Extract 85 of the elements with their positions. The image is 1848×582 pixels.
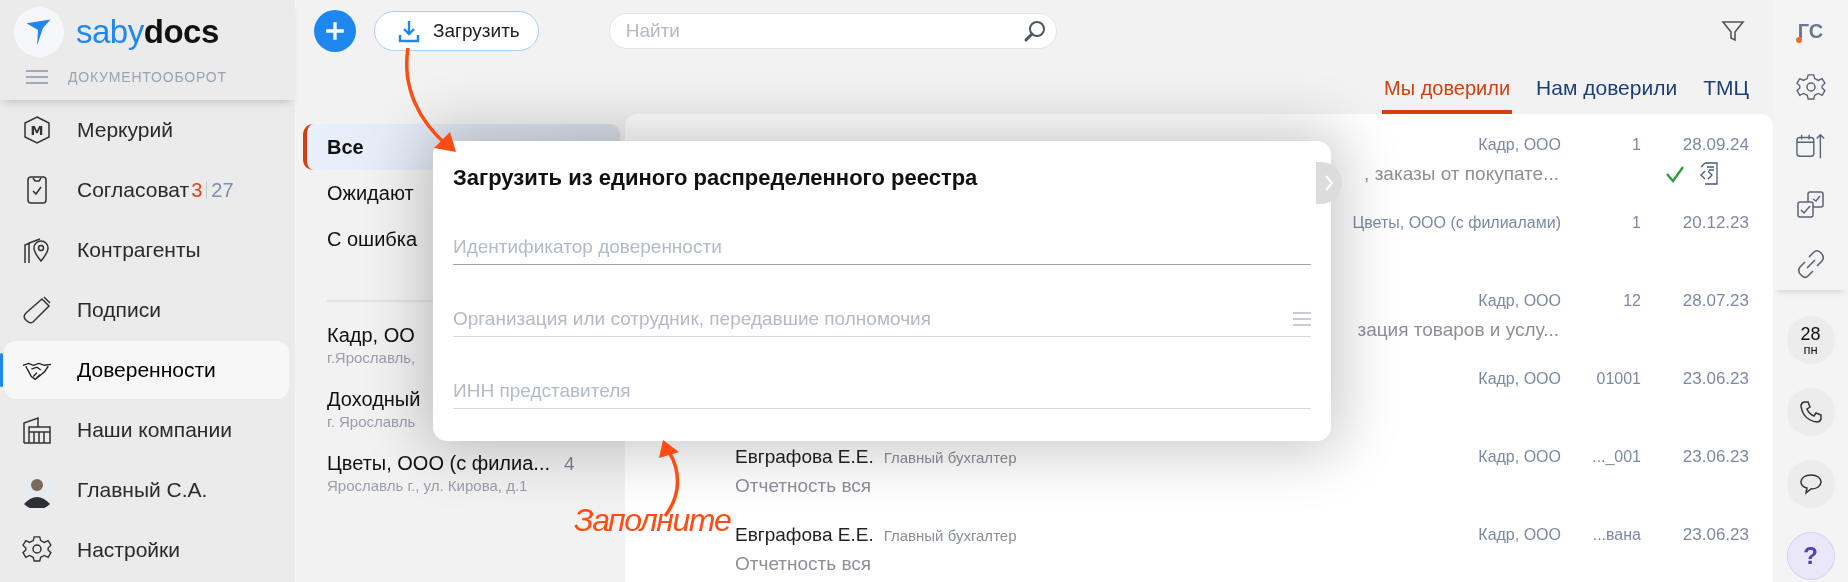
- date-cell-text: 28.07.23: [1681, 291, 1749, 311]
- settings-icon: [22, 535, 52, 565]
- person-position: Главный бухгалтер: [883, 449, 1017, 466]
- organization-name[interactable]: Цветы, ООО (с филиа...: [327, 452, 550, 475]
- date-cell-text: 20.12.23: [1681, 213, 1749, 233]
- calendar-date-button[interactable]: 28 пн: [1786, 316, 1835, 364]
- sidebar-item[interactable]: Контрагенты: [4, 221, 289, 279]
- sidebar-item[interactable]: Главный С.А.: [4, 461, 289, 519]
- description-text: Отчетность вся: [735, 553, 872, 574]
- organization-cell: Кадр, ООО: [1478, 370, 1561, 388]
- tab[interactable]: Нам доверили: [1534, 76, 1680, 114]
- chevron-icon: [1324, 174, 1334, 192]
- organization-cell: Кадр, ООО: [1478, 526, 1561, 544]
- dialog-title: Загрузить из единого распределенного реестра: [453, 165, 979, 191]
- person-position: Главный бухгалтер: [883, 527, 1017, 544]
- phone-icon: [1798, 400, 1823, 424]
- search-field[interactable]: Найти: [608, 13, 1057, 49]
- date-cell-text: 23.06.23: [1681, 525, 1749, 545]
- organization-name[interactable]: Доходный: [327, 388, 421, 411]
- number-cell-text: ..._001: [1591, 448, 1641, 466]
- add-button[interactable]: [314, 10, 356, 52]
- nav-label: Контрагенты: [77, 238, 201, 262]
- upload-button[interactable]: Загрузить: [374, 11, 539, 51]
- plus-icon: [324, 20, 346, 42]
- link-icon[interactable]: [1795, 249, 1826, 279]
- input-field[interactable]: ИНН представителя: [453, 373, 1311, 409]
- sidebar-item[interactable]: Настройки: [4, 521, 289, 579]
- organization-count: 4: [564, 453, 575, 475]
- number-cell-text: 1: [1631, 136, 1641, 154]
- organization-address: г. Ярославль: [327, 413, 416, 430]
- annotation-text: Заполните: [574, 502, 731, 539]
- search-icon[interactable]: [1022, 19, 1047, 43]
- number-cell-text: 1: [1631, 214, 1641, 232]
- nav-label: Доверенности: [77, 358, 216, 382]
- nav-label: Подписи: [77, 298, 161, 322]
- nav-label: Согласоват: [77, 178, 190, 202]
- nav-label: Настройки: [77, 538, 180, 562]
- person-name: Евграфова Е.Е.: [735, 524, 874, 546]
- nav-label: Меркурий: [77, 118, 173, 142]
- date-cell-text: 23.06.23: [1681, 447, 1749, 467]
- chat-icon: [1798, 472, 1823, 496]
- input-field[interactable]: Организация или сотрудник, передавшие полномочия: [453, 301, 1311, 337]
- sidebar-item[interactable]: Согласоват3 27: [4, 161, 289, 219]
- organization-address: Ярославль г., ул. Кирова, д.1: [327, 477, 528, 494]
- sidebar-item[interactable]: М Меркурий: [4, 101, 289, 159]
- organization-cell: Кадр, ООО: [1478, 448, 1561, 466]
- chat-button[interactable]: [1786, 460, 1835, 508]
- description-text: , заказы от покупате...: [1364, 163, 1559, 184]
- hexagon-icon: М: [22, 115, 52, 145]
- code-document-icon: [1699, 162, 1719, 186]
- input-field[interactable]: Идентификатор доверенности: [453, 229, 1311, 265]
- building-icon: [22, 415, 52, 445]
- number-cell-text: 12: [1622, 292, 1641, 310]
- logo-icon: [14, 7, 64, 57]
- description-text: Отчетность вся: [735, 475, 872, 496]
- sidebar-item[interactable]: Наши компании: [4, 401, 289, 459]
- help-button[interactable]: ?: [1786, 532, 1835, 580]
- usb-key-icon: [22, 295, 52, 325]
- number-cell-text: 01001: [1595, 370, 1641, 388]
- number-cell-text: ...вана: [1591, 526, 1641, 544]
- organization-address: г.Ярославль,: [327, 349, 416, 366]
- filter-icon[interactable]: [1721, 19, 1745, 43]
- nav-label: Главный С.А.: [77, 478, 208, 502]
- organization-cell: Кадр, ООО: [1478, 292, 1561, 310]
- description-text: зация товаров и услу...: [1357, 319, 1559, 340]
- location-pin-icon: [22, 235, 52, 265]
- user-initials[interactable]: ГС: [1797, 20, 1824, 43]
- settings-icon[interactable]: [1795, 72, 1826, 102]
- date-cell-text: 28.09.24: [1681, 135, 1749, 155]
- organization-cell: Цветы, ООО (с филиалами): [1352, 214, 1561, 232]
- logo-text: sabydocs: [76, 13, 219, 51]
- section-title: ДОКУМЕНТООБОРОТ: [68, 69, 227, 85]
- phone-button[interactable]: [1786, 388, 1835, 436]
- total-count: 27: [211, 178, 234, 202]
- new-count: 3: [191, 178, 203, 202]
- organization-name[interactable]: Кадр, ОО: [327, 324, 415, 347]
- person-name: Евграфова Е.Е.: [735, 446, 874, 468]
- date-cell-text: 23.06.23: [1681, 369, 1749, 389]
- sidebar-item[interactable]: Подписи: [4, 281, 289, 339]
- calendar-arrow-icon[interactable]: [1795, 131, 1826, 161]
- organization-cell: Кадр, ООО: [1478, 136, 1561, 154]
- nav-label: Наши компании: [77, 418, 232, 442]
- download-icon: [397, 19, 421, 43]
- checkboxes-icon[interactable]: [1795, 190, 1826, 220]
- tab[interactable]: ТМЦ: [1701, 76, 1751, 114]
